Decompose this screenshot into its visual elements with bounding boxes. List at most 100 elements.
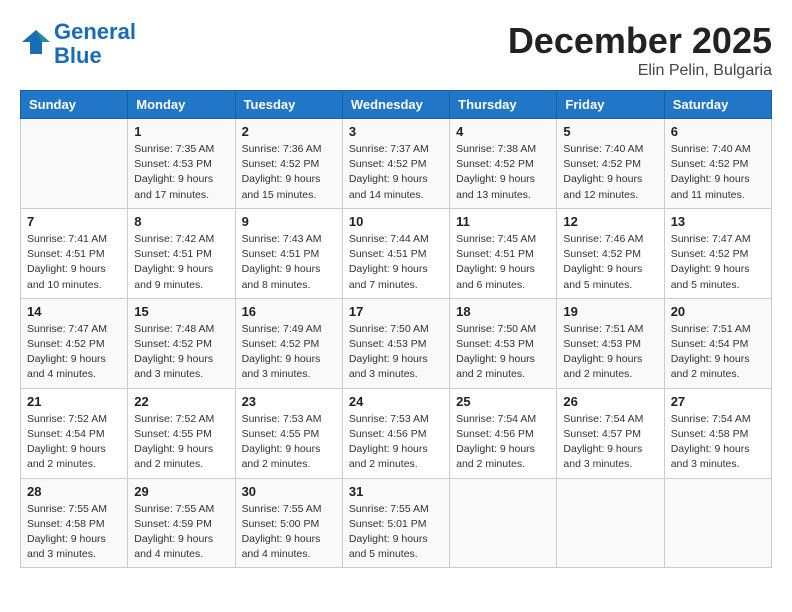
day-info: Sunrise: 7:38 AMSunset: 4:52 PMDaylight:… [456, 142, 550, 203]
column-header-sunday: Sunday [21, 91, 128, 119]
day-number: 2 [242, 124, 336, 139]
calendar-cell: 15 Sunrise: 7:48 AMSunset: 4:52 PMDayligh… [128, 298, 235, 388]
calendar-cell: 24Sunrise: 7:53 AMSunset: 4:56 PMDayligh… [342, 388, 449, 478]
calendar-cell: 18 Sunrise: 7:50 AMSunset: 4:53 PMDayligh… [450, 298, 557, 388]
day-info: Sunrise: 7:51 AMSunset: 4:53 PMDaylight:… [563, 322, 657, 383]
day-number: 5 [563, 124, 657, 139]
calendar-table: SundayMondayTuesdayWednesdayThursdayFrid… [20, 90, 772, 568]
day-number: 16 [242, 304, 336, 319]
column-header-tuesday: Tuesday [235, 91, 342, 119]
day-number: 30 [242, 484, 336, 499]
column-header-monday: Monday [128, 91, 235, 119]
calendar-cell: 20 Sunrise: 7:51 AMSunset: 4:54 PMDayligh… [664, 298, 771, 388]
day-number: 28 [27, 484, 121, 499]
calendar-cell: 7Sunrise: 7:41 AMSunset: 4:51 PMDaylight… [21, 208, 128, 298]
day-info: Sunrise: 7:37 AMSunset: 4:52 PMDaylight:… [349, 142, 443, 203]
day-number: 20 [671, 304, 765, 319]
calendar-cell [664, 478, 771, 568]
calendar-cell: 13Sunrise: 7:47 AMSunset: 4:52 PMDayligh… [664, 208, 771, 298]
day-info: Sunrise: 7:47 AMSunset: 4:52 PMDaylight:… [671, 232, 765, 293]
logo-text: GeneralBlue [54, 20, 136, 68]
day-info: Sunrise: 7:55 AMSunset: 5:01 PMDaylight:… [349, 502, 443, 563]
column-header-thursday: Thursday [450, 91, 557, 119]
calendar-week-4: 21 Sunrise: 7:52 AMSunset: 4:54 PMDayligh… [21, 388, 772, 478]
day-info: Sunrise: 7:45 AMSunset: 4:51 PMDaylight:… [456, 232, 550, 293]
day-number: 31 [349, 484, 443, 499]
calendar-cell: 19 Sunrise: 7:51 AMSunset: 4:53 PMDayligh… [557, 298, 664, 388]
day-number: 22 [134, 394, 228, 409]
calendar-cell: 17 Sunrise: 7:50 AMSunset: 4:53 PMDayligh… [342, 298, 449, 388]
calendar-cell: 28 Sunrise: 7:55 AMSunset: 4:58 PMDayligh… [21, 478, 128, 568]
day-number: 17 [349, 304, 443, 319]
day-info: Sunrise: 7:35 AMSunset: 4:53 PMDaylight:… [134, 142, 228, 203]
day-info: Sunrise: 7:50 AMSunset: 4:53 PMDaylight:… [456, 322, 550, 383]
day-number: 10 [349, 214, 443, 229]
calendar-week-1: 1 Sunrise: 7:35 AMSunset: 4:53 PMDaylight… [21, 119, 772, 209]
calendar-cell [21, 119, 128, 209]
day-info: Sunrise: 7:43 AMSunset: 4:51 PMDaylight:… [242, 232, 336, 293]
day-number: 1 [134, 124, 228, 139]
day-info: Sunrise: 7:46 AMSunset: 4:52 PMDaylight:… [563, 232, 657, 293]
calendar-cell: 31 Sunrise: 7:55 AMSunset: 5:01 PMDayligh… [342, 478, 449, 568]
day-number: 6 [671, 124, 765, 139]
day-number: 11 [456, 214, 550, 229]
day-number: 15 [134, 304, 228, 319]
day-number: 9 [242, 214, 336, 229]
day-number: 29 [134, 484, 228, 499]
calendar-cell: 26 Sunrise: 7:54 AMSunset: 4:57 PMDayligh… [557, 388, 664, 478]
day-number: 12 [563, 214, 657, 229]
day-number: 14 [27, 304, 121, 319]
day-info: Sunrise: 7:55 AMSunset: 4:58 PMDaylight:… [27, 502, 121, 563]
day-info: Sunrise: 7:54 AMSunset: 4:56 PMDaylight:… [456, 412, 550, 473]
day-number: 27 [671, 394, 765, 409]
calendar-cell: 9 Sunrise: 7:43 AMSunset: 4:51 PMDaylight… [235, 208, 342, 298]
calendar-cell: 25 Sunrise: 7:54 AMSunset: 4:56 PMDayligh… [450, 388, 557, 478]
day-info: Sunrise: 7:49 AMSunset: 4:52 PMDaylight:… [242, 322, 336, 383]
day-info: Sunrise: 7:55 AMSunset: 4:59 PMDaylight:… [134, 502, 228, 563]
day-number: 21 [27, 394, 121, 409]
day-info: Sunrise: 7:51 AMSunset: 4:54 PMDaylight:… [671, 322, 765, 383]
day-info: Sunrise: 7:53 AMSunset: 4:55 PMDaylight:… [242, 412, 336, 473]
calendar-week-2: 7Sunrise: 7:41 AMSunset: 4:51 PMDaylight… [21, 208, 772, 298]
month-title: December 2025 [508, 20, 772, 62]
calendar-cell: 8Sunrise: 7:42 AMSunset: 4:51 PMDaylight… [128, 208, 235, 298]
day-info: Sunrise: 7:40 AMSunset: 4:52 PMDaylight:… [563, 142, 657, 203]
calendar-cell: 22 Sunrise: 7:52 AMSunset: 4:55 PMDayligh… [128, 388, 235, 478]
day-number: 19 [563, 304, 657, 319]
calendar-cell: 11 Sunrise: 7:45 AMSunset: 4:51 PMDayligh… [450, 208, 557, 298]
day-info: Sunrise: 7:48 AMSunset: 4:52 PMDaylight:… [134, 322, 228, 383]
calendar-cell: 21 Sunrise: 7:52 AMSunset: 4:54 PMDayligh… [21, 388, 128, 478]
day-info: Sunrise: 7:42 AMSunset: 4:51 PMDaylight:… [134, 232, 228, 293]
calendar-cell: 16 Sunrise: 7:49 AMSunset: 4:52 PMDayligh… [235, 298, 342, 388]
day-info: Sunrise: 7:44 AMSunset: 4:51 PMDaylight:… [349, 232, 443, 293]
calendar-cell: 2 Sunrise: 7:36 AMSunset: 4:52 PMDaylight… [235, 119, 342, 209]
day-info: Sunrise: 7:47 AMSunset: 4:52 PMDaylight:… [27, 322, 121, 383]
day-info: Sunrise: 7:36 AMSunset: 4:52 PMDaylight:… [242, 142, 336, 203]
day-number: 23 [242, 394, 336, 409]
day-info: Sunrise: 7:40 AMSunset: 4:52 PMDaylight:… [671, 142, 765, 203]
day-number: 4 [456, 124, 550, 139]
day-info: Sunrise: 7:41 AMSunset: 4:51 PMDaylight:… [27, 232, 121, 293]
day-info: Sunrise: 7:55 AMSunset: 5:00 PMDaylight:… [242, 502, 336, 563]
column-header-saturday: Saturday [664, 91, 771, 119]
calendar-cell: 14 Sunrise: 7:47 AMSunset: 4:52 PMDayligh… [21, 298, 128, 388]
calendar-header: SundayMondayTuesdayWednesdayThursdayFrid… [21, 91, 772, 119]
day-number: 26 [563, 394, 657, 409]
calendar-cell: 29 Sunrise: 7:55 AMSunset: 4:59 PMDayligh… [128, 478, 235, 568]
day-info: Sunrise: 7:52 AMSunset: 4:55 PMDaylight:… [134, 412, 228, 473]
calendar-cell: 27Sunrise: 7:54 AMSunset: 4:58 PMDayligh… [664, 388, 771, 478]
day-info: Sunrise: 7:50 AMSunset: 4:53 PMDaylight:… [349, 322, 443, 383]
day-info: Sunrise: 7:54 AMSunset: 4:57 PMDaylight:… [563, 412, 657, 473]
day-number: 18 [456, 304, 550, 319]
header: GeneralBlue December 2025 Elin Pelin, Bu… [20, 20, 772, 80]
calendar-cell [450, 478, 557, 568]
calendar-cell: 30 Sunrise: 7:55 AMSunset: 5:00 PMDayligh… [235, 478, 342, 568]
calendar-cell: 4 Sunrise: 7:38 AMSunset: 4:52 PMDaylight… [450, 119, 557, 209]
day-number: 25 [456, 394, 550, 409]
calendar-cell: 5 Sunrise: 7:40 AMSunset: 4:52 PMDaylight… [557, 119, 664, 209]
calendar-cell: 3Sunrise: 7:37 AMSunset: 4:52 PMDaylight… [342, 119, 449, 209]
calendar-week-3: 14 Sunrise: 7:47 AMSunset: 4:52 PMDayligh… [21, 298, 772, 388]
calendar-cell: 10 Sunrise: 7:44 AMSunset: 4:51 PMDayligh… [342, 208, 449, 298]
calendar-cell: 1 Sunrise: 7:35 AMSunset: 4:53 PMDaylight… [128, 119, 235, 209]
day-info: Sunrise: 7:52 AMSunset: 4:54 PMDaylight:… [27, 412, 121, 473]
